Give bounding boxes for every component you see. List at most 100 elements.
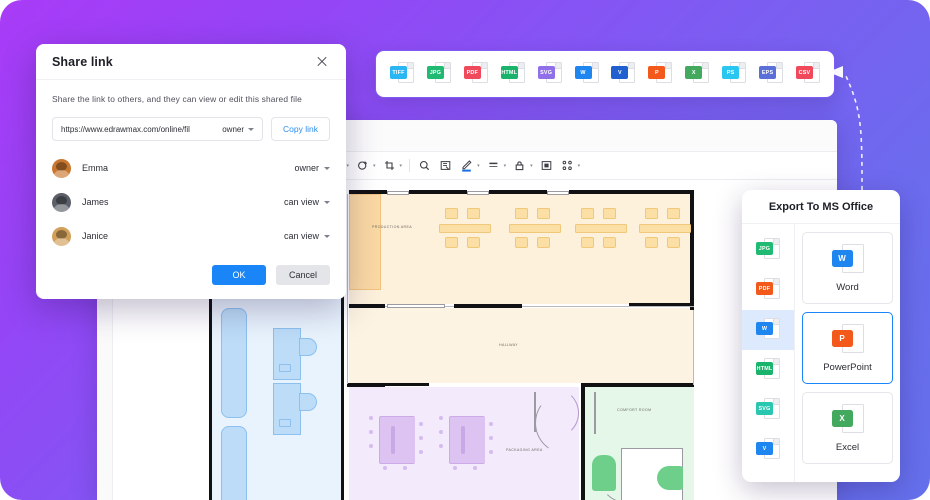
- room-label-production: PRODUCTION AREA: [372, 225, 412, 229]
- format-icon-w[interactable]: W: [574, 61, 599, 87]
- format-icon-ps[interactable]: PS: [722, 61, 747, 87]
- link-permission-dropdown[interactable]: owner: [222, 124, 255, 134]
- export-rail-item-v[interactable]: V: [742, 430, 794, 470]
- frame-icon[interactable]: [537, 156, 556, 175]
- close-icon[interactable]: [314, 54, 330, 70]
- zoom-icon[interactable]: [415, 156, 434, 175]
- pen-color-icon[interactable]: [457, 156, 476, 175]
- export-rail-item-pdf[interactable]: PDF: [742, 270, 794, 310]
- comfort-fixture-1: [592, 455, 616, 491]
- person-role-label: can view: [283, 197, 319, 207]
- comfort-fixture-2: [657, 466, 683, 490]
- export-card-powerpoint[interactable]: P PowerPoint: [802, 312, 893, 384]
- room-label-hallway: HALLWAY: [499, 343, 518, 347]
- ok-button[interactable]: OK: [212, 265, 266, 285]
- chevron-down-icon[interactable]: ▾: [578, 163, 581, 169]
- reception-chair-2: [299, 393, 317, 411]
- format-icon-p[interactable]: P: [648, 61, 673, 87]
- copy-link-button[interactable]: Copy link: [271, 117, 330, 141]
- person-role-dropdown[interactable]: can view: [284, 231, 330, 241]
- chevron-down-icon[interactable]: [324, 200, 330, 204]
- chevron-down-icon[interactable]: ▾: [400, 163, 403, 169]
- format-icon-tiff[interactable]: TIFF: [390, 61, 414, 87]
- link-permission-label: owner: [222, 124, 245, 134]
- shared-people-list: Emma owner James can view Janice can view: [52, 151, 330, 253]
- format-badge: SVG: [537, 66, 555, 79]
- dialog-header: Share link: [36, 44, 346, 80]
- find-replace-icon[interactable]: [436, 156, 455, 175]
- reception-bench: [221, 308, 247, 418]
- format-badge: X: [685, 66, 703, 79]
- window-top-3: [547, 191, 569, 195]
- lock-icon[interactable]: [510, 156, 529, 175]
- chevron-down-icon[interactable]: ▾: [373, 163, 376, 169]
- shared-person-row: Emma owner: [52, 151, 330, 185]
- wall-top-seg-1: [349, 190, 387, 194]
- share-icon[interactable]: [558, 156, 577, 175]
- format-badge: EPS: [759, 66, 777, 79]
- chevron-down-icon[interactable]: ▾: [347, 163, 350, 169]
- export-card-word[interactable]: W Word: [802, 232, 893, 304]
- format-icon-v[interactable]: V: [611, 61, 636, 87]
- line-style-icon[interactable]: [353, 156, 372, 175]
- format-icon-pdf[interactable]: PDF: [463, 61, 488, 87]
- format-badge: W: [831, 250, 853, 267]
- format-badge: X: [831, 410, 853, 427]
- format-icon-pdf: PDF: [756, 277, 780, 303]
- format-badge: HTML: [500, 66, 518, 79]
- format-badge: JPG: [426, 66, 444, 79]
- reception-counter-1: [273, 328, 301, 380]
- export-rail-item-w[interactable]: W: [742, 310, 794, 350]
- toolbar-group-tools: ▾ ▾ ▾ ▾: [415, 156, 582, 175]
- share-link-input-box[interactable]: https://www.edrawmax.com/online/fil owne…: [52, 117, 264, 141]
- person-role-label: owner: [294, 163, 319, 173]
- format-badge: PDF: [756, 282, 773, 295]
- chevron-down-icon[interactable]: [248, 127, 255, 131]
- person-role-label: can view: [283, 231, 319, 241]
- chevron-down-icon[interactable]: [324, 166, 330, 170]
- format-icon-eps[interactable]: EPS: [759, 61, 784, 87]
- door-leaf-comfort: [594, 392, 596, 434]
- format-badge: W: [756, 322, 773, 335]
- chevron-down-icon[interactable]: ▾: [504, 163, 507, 169]
- person-role-dropdown[interactable]: owner: [294, 163, 330, 173]
- format-icon-x[interactable]: X: [685, 61, 710, 87]
- cancel-button[interactable]: Cancel: [276, 265, 330, 285]
- format-icon-csv[interactable]: CSV: [795, 61, 820, 87]
- person-role-dropdown[interactable]: can view: [284, 197, 330, 207]
- dialog-subtitle: Share the link to others, and they can v…: [52, 94, 302, 104]
- format-badge: HTML: [756, 362, 773, 375]
- export-panel: Export To MS Office JPG PDF W HTML SVG V W Wor…: [742, 190, 900, 482]
- export-rail-item-html[interactable]: HTML: [742, 350, 794, 390]
- export-rail-item-jpg[interactable]: JPG: [742, 230, 794, 270]
- person-name: Emma: [82, 163, 109, 173]
- avatar: [52, 158, 71, 178]
- chevron-down-icon[interactable]: ▾: [477, 163, 480, 169]
- export-panel-body: JPG PDF W HTML SVG V W Word P PowerPoint X Excel: [742, 224, 900, 482]
- person-name: James: [82, 197, 109, 207]
- crop-icon[interactable]: [380, 156, 399, 175]
- dialog-actions: OK Cancel: [212, 265, 330, 285]
- export-card-excel[interactable]: X Excel: [802, 392, 893, 464]
- room-label-packaging: PACKAGING AREA: [506, 448, 543, 452]
- page-title: Share link: [52, 54, 113, 69]
- room-label-comfort: COMFORT ROOM: [617, 408, 652, 412]
- format-icon-svg[interactable]: SVG: [537, 61, 562, 87]
- window-top-2: [467, 191, 489, 195]
- export-rail-item-svg[interactable]: SVG: [742, 390, 794, 430]
- format-icon-v: V: [756, 437, 780, 463]
- export-card-label: PowerPoint: [823, 362, 872, 373]
- wall-comfort-top: [581, 383, 694, 387]
- format-icon-svg: SVG: [756, 397, 780, 423]
- shared-person-row: Janice can view: [52, 219, 330, 253]
- wall-production-left: [347, 194, 349, 384]
- share-link-input[interactable]: https://www.edrawmax.com/online/fil: [61, 125, 190, 134]
- format-icon-html[interactable]: HTML: [500, 61, 525, 87]
- reception-counter-2: [273, 383, 301, 435]
- line-width-icon[interactable]: [484, 156, 503, 175]
- chevron-down-icon[interactable]: [324, 234, 330, 238]
- format-icon-html: HTML: [756, 357, 780, 383]
- wall-right-outer: [693, 310, 695, 385]
- chevron-down-icon[interactable]: ▾: [530, 163, 533, 169]
- format-icon-jpg[interactable]: JPG: [426, 61, 451, 87]
